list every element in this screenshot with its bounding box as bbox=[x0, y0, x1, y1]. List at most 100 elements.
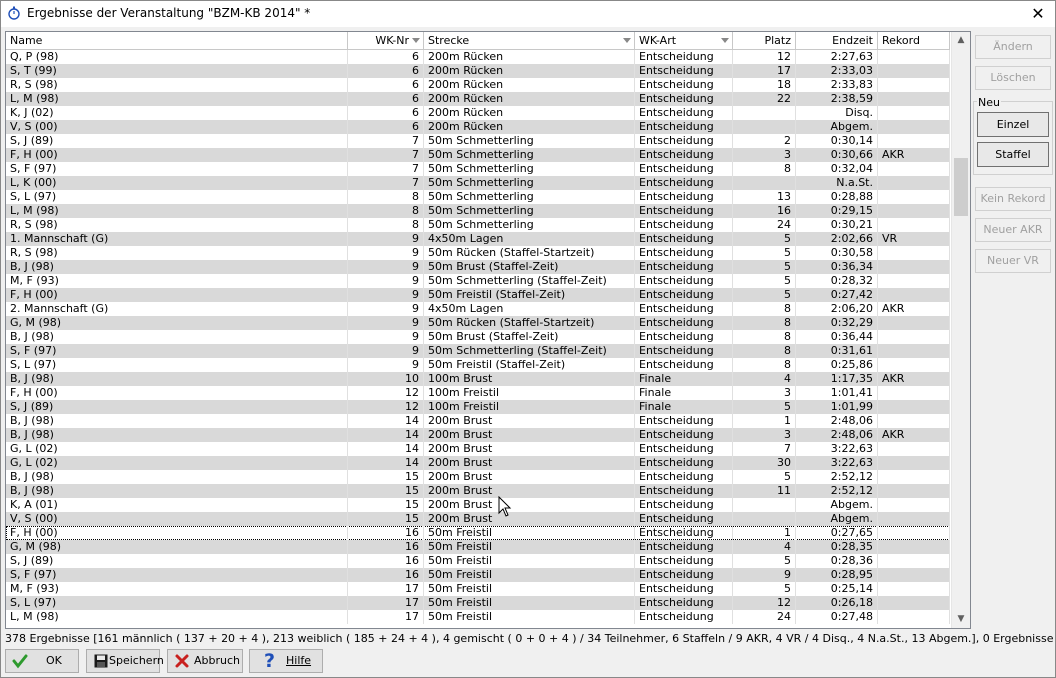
speichern-button[interactable]: Speichern bbox=[86, 649, 164, 673]
scroll-down-icon[interactable]: ▼ bbox=[952, 611, 970, 628]
cell-art: Entscheidung bbox=[635, 456, 733, 470]
cell-art: Entscheidung bbox=[635, 302, 733, 316]
cell-endzeit: 2:48,06 bbox=[796, 414, 878, 428]
cell-rekord bbox=[878, 540, 950, 554]
table-row[interactable]: S, F (97) 7 50m Schmetterling Entscheidung 8… bbox=[6, 162, 950, 176]
table-row[interactable]: Q, P (98) 6 200m Rücken Entscheidung 12 2:27,… bbox=[6, 50, 950, 64]
cell-platz: 8 bbox=[733, 358, 796, 372]
table-row[interactable]: B, J (98) 9 50m Brust (Staffel-Zeit) Entsch… bbox=[6, 330, 950, 344]
column-header-endzeit[interactable]: Endzeit bbox=[796, 32, 878, 49]
cell-strecke: 50m Brust (Staffel-Zeit) bbox=[424, 260, 635, 274]
cell-art: Entscheidung bbox=[635, 246, 733, 260]
table-row[interactable]: K, J (02) 6 200m Rücken Entscheidung Disq. bbox=[6, 106, 950, 120]
table-row[interactable]: S, T (99) 6 200m Rücken Entscheidung 17 2:33,… bbox=[6, 64, 950, 78]
cell-strecke: 50m Schmetterling bbox=[424, 190, 635, 204]
table-row[interactable]: S, J (89) 7 50m Schmetterling Entscheidung 2… bbox=[6, 134, 950, 148]
table-row[interactable]: 1. Mannschaft (G) 9 4x50m Lagen Entscheidun… bbox=[6, 232, 950, 246]
loeschen-button[interactable]: Löschen bbox=[975, 66, 1051, 90]
table-row[interactable]: B, J (98) 9 50m Brust (Staffel-Zeit) Entsch… bbox=[6, 260, 950, 274]
grid-header: Name WK-Nr Strecke WK-Art Platz Endzeit … bbox=[6, 32, 950, 50]
column-header-strecke[interactable]: Strecke bbox=[424, 32, 635, 49]
table-row[interactable]: S, L (97) 9 50m Freistil (Staffel-Zeit) Ent… bbox=[6, 358, 950, 372]
table-row[interactable]: F, H (00) 9 50m Freistil (Staffel-Zeit) Ent… bbox=[6, 288, 950, 302]
table-row[interactable]: G, L (02) 14 200m Brust Entscheidung 7 3:22,6… bbox=[6, 442, 950, 456]
table-row[interactable]: S, J (89) 16 50m Freistil Entscheidung 5 0:28… bbox=[6, 554, 950, 568]
cell-rekord: AKR bbox=[878, 148, 950, 162]
table-row[interactable]: M, F (93) 17 50m Freistil Entscheidung 5 0:25… bbox=[6, 582, 950, 596]
hilfe-button[interactable]: ? Hilfe bbox=[249, 649, 323, 673]
cell-endzeit: 2:33,83 bbox=[796, 78, 878, 92]
table-row[interactable]: G, M (98) 16 50m Freistil Entscheidung 4 0:28… bbox=[6, 540, 950, 554]
cell-wk: 16 bbox=[348, 540, 424, 554]
table-row[interactable]: R, S (98) 6 200m Rücken Entscheidung 18 2:33,… bbox=[6, 78, 950, 92]
ok-button[interactable]: OK bbox=[5, 649, 79, 673]
cell-platz: 2 bbox=[733, 134, 796, 148]
vertical-scrollbar[interactable]: ▲ ▼ bbox=[951, 32, 970, 628]
sort-arrow-icon bbox=[412, 38, 420, 43]
table-row[interactable]: G, L (02) 14 200m Brust Entscheidung 30 3:22,… bbox=[6, 456, 950, 470]
cell-name: B, J (98) bbox=[6, 260, 348, 274]
table-row[interactable]: S, F (97) 9 50m Schmetterling (Staffel-Zei… bbox=[6, 344, 950, 358]
cell-art: Entscheidung bbox=[635, 330, 733, 344]
table-row[interactable]: G, M (98) 9 50m Rücken (Staffel-Startzeit)… bbox=[6, 316, 950, 330]
scroll-up-icon[interactable]: ▲ bbox=[952, 32, 970, 49]
column-header-platz[interactable]: Platz bbox=[733, 32, 796, 49]
table-row[interactable]: B, J (98) 15 200m Brust Entscheidung 11 2:52,… bbox=[6, 484, 950, 498]
results-grid[interactable]: Name WK-Nr Strecke WK-Art Platz Endzeit … bbox=[5, 31, 971, 629]
table-row[interactable]: S, F (97) 16 50m Freistil Entscheidung 9 0:28… bbox=[6, 568, 950, 582]
cell-endzeit: 0:29,15 bbox=[796, 204, 878, 218]
cell-wk: 10 bbox=[348, 372, 424, 386]
abbruch-button[interactable]: Abbruch bbox=[167, 649, 243, 673]
staffel-button[interactable]: Staffel bbox=[977, 142, 1049, 167]
cell-endzeit: 0:27,65 bbox=[796, 526, 878, 540]
table-row[interactable]: L, K (00) 7 50m Schmetterling Entscheidung N… bbox=[6, 176, 950, 190]
cell-wk: 9 bbox=[348, 358, 424, 372]
kein-rekord-button[interactable]: Kein Rekord bbox=[975, 187, 1051, 211]
neuer-akr-button[interactable]: Neuer AKR bbox=[975, 218, 1051, 242]
einzel-button[interactable]: Einzel bbox=[977, 112, 1049, 137]
column-header-name[interactable]: Name bbox=[6, 32, 348, 49]
cell-art: Entscheidung bbox=[635, 120, 733, 134]
cell-platz: 3 bbox=[733, 428, 796, 442]
table-row[interactable]: S, J (89) 12 100m Freistil Finale 5 1:01,99 bbox=[6, 400, 950, 414]
cell-endzeit: 0:25,86 bbox=[796, 358, 878, 372]
cell-name: S, T (99) bbox=[6, 64, 348, 78]
table-row[interactable]: L, M (98) 6 200m Rücken Entscheidung 22 2:38,… bbox=[6, 92, 950, 106]
table-row[interactable]: S, L (97) 17 50m Freistil Entscheidung 12 0:2… bbox=[6, 596, 950, 610]
table-row[interactable]: M, F (93) 9 50m Schmetterling (Staffel-Zei… bbox=[6, 274, 950, 288]
table-row[interactable]: L, M (98) 8 50m Schmetterling Entscheidung 1… bbox=[6, 204, 950, 218]
scroll-thumb[interactable] bbox=[954, 158, 968, 216]
cell-endzeit: 2:33,03 bbox=[796, 64, 878, 78]
close-icon[interactable]: ✕ bbox=[1021, 1, 1055, 27]
cell-art: Entscheidung bbox=[635, 218, 733, 232]
column-header-wk-art[interactable]: WK-Art bbox=[635, 32, 733, 49]
cell-wk: 16 bbox=[348, 554, 424, 568]
cell-art: Entscheidung bbox=[635, 134, 733, 148]
table-row[interactable]: S, L (97) 8 50m Schmetterling Entscheidung 1… bbox=[6, 190, 950, 204]
cell-wk: 9 bbox=[348, 316, 424, 330]
table-row[interactable]: B, J (98) 10 100m Brust Finale 4 1:17,35 AKR bbox=[6, 372, 950, 386]
aendern-button[interactable]: Ändern bbox=[975, 35, 1051, 59]
column-header-wk-nr[interactable]: WK-Nr bbox=[348, 32, 424, 49]
table-row[interactable]: 2. Mannschaft (G) 9 4x50m Lagen Entscheidun… bbox=[6, 302, 950, 316]
table-row[interactable]: B, J (98) 14 200m Brust Entscheidung 3 2:48,0… bbox=[6, 428, 950, 442]
table-row[interactable]: B, J (98) 14 200m Brust Entscheidung 1 2:48,0… bbox=[6, 414, 950, 428]
table-row[interactable]: L, M (98) 17 50m Freistil Entscheidung 24 0:2… bbox=[6, 610, 950, 624]
table-row[interactable]: R, S (98) 8 50m Schmetterling Entscheidung 2… bbox=[6, 218, 950, 232]
table-row[interactable]: F, H (00) 7 50m Schmetterling Entscheidung 3… bbox=[6, 148, 950, 162]
cell-platz: 13 bbox=[733, 190, 796, 204]
column-header-rekord[interactable]: Rekord bbox=[878, 32, 950, 49]
table-row[interactable]: F, H (00) 12 100m Freistil Finale 3 1:01,41 bbox=[6, 386, 950, 400]
cell-name: S, J (89) bbox=[6, 400, 348, 414]
table-row[interactable]: F, H (00) 16 50m Freistil Entscheidung 1 0:27… bbox=[6, 526, 950, 540]
cell-wk: 12 bbox=[348, 386, 424, 400]
table-row[interactable]: R, S (98) 9 50m Rücken (Staffel-Startzeit)… bbox=[6, 246, 950, 260]
neuer-vr-button[interactable]: Neuer VR bbox=[975, 249, 1051, 273]
table-row[interactable]: V, S (00) 15 200m Brust Entscheidung Abgem. bbox=[6, 512, 950, 526]
table-row[interactable]: V, S (00) 6 200m Rücken Entscheidung Abgem. bbox=[6, 120, 950, 134]
table-row[interactable]: K, A (01) 15 200m Brust Entscheidung Abgem. bbox=[6, 498, 950, 512]
cell-platz: 12 bbox=[733, 50, 796, 64]
cell-wk: 7 bbox=[348, 148, 424, 162]
table-row[interactable]: B, J (98) 15 200m Brust Entscheidung 5 2:52,1… bbox=[6, 470, 950, 484]
cell-strecke: 50m Schmetterling bbox=[424, 176, 635, 190]
